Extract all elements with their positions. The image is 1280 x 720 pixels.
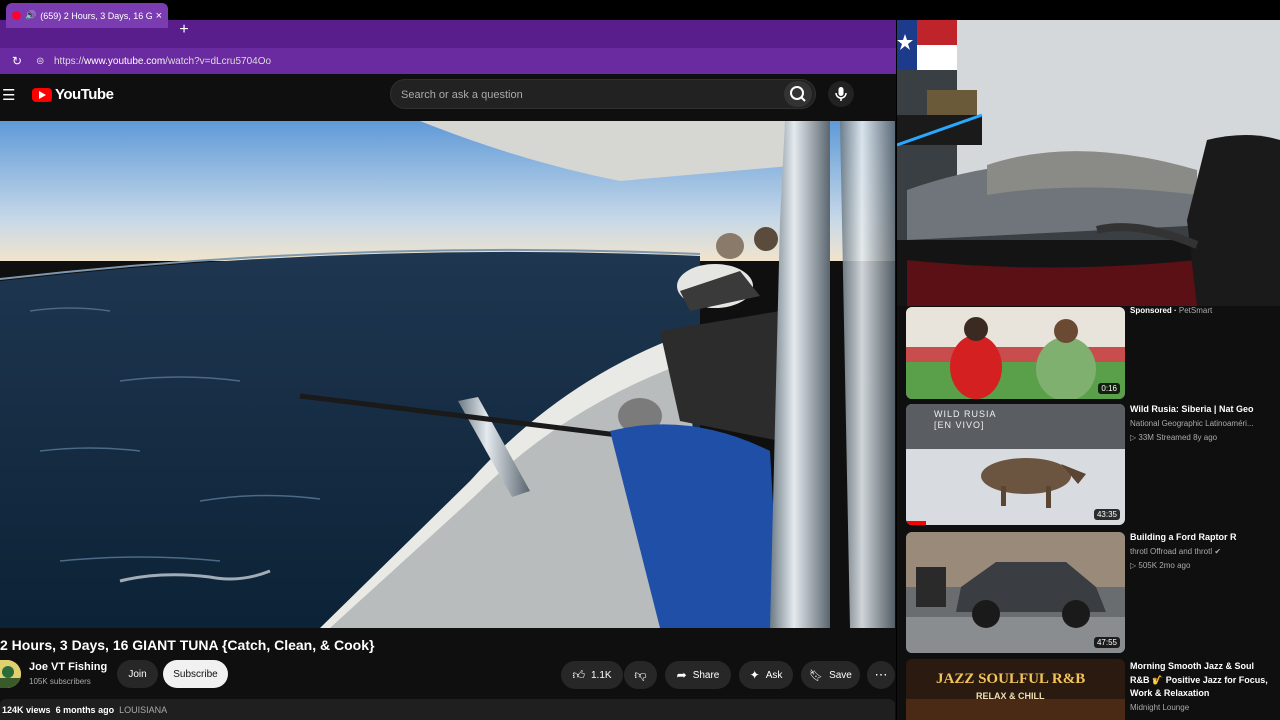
save-label: Save (829, 669, 852, 681)
search-icon (790, 86, 806, 102)
voice-search-button[interactable] (828, 81, 854, 107)
video-duration: 0:16 (1098, 383, 1120, 394)
related-channel-name: throtl Offroad and throtl (1130, 547, 1213, 556)
video-duration: 43:35 (1093, 509, 1120, 520)
upload-age: 6 months ago (55, 705, 115, 715)
webcam-overlay (897, 20, 1280, 306)
site-info-icon[interactable]: ⊜ (36, 56, 48, 67)
youtube-play-icon (32, 87, 52, 102)
menu-icon[interactable]: ☰ (2, 86, 16, 104)
subscriber-count: 105K subscribers (29, 677, 91, 686)
browser-tab[interactable]: 🔊 (659) 2 Hours, 3 Days, 16 GIANT TUNA {… (6, 3, 168, 28)
ad-thumbnail-image (906, 307, 1125, 399)
like-count: 1.1K (590, 669, 612, 681)
url-path: /watch?v=dLcru5704Oo (165, 55, 272, 67)
thumbnail-overlay-text: WILD RUSIA [EN VIVO] (934, 409, 997, 430)
related-video-thumbnail[interactable]: JAZZ SOULFUL R&B RELAX & CHILL (906, 659, 1125, 720)
related-video-stats: ▷ 33M Streamed 8y ago (1130, 433, 1217, 442)
more-icon: ⋯ (874, 667, 888, 682)
share-label: Share (692, 669, 720, 681)
advertiser-name[interactable]: PetSmart (1179, 306, 1212, 315)
truck-thumbnail-image (906, 532, 1125, 653)
search-box (390, 79, 816, 109)
sponsored-label: Sponsored (1130, 306, 1172, 315)
sparkle-icon: ✦ (749, 668, 760, 682)
subscribe-button[interactable]: Subscribe (163, 660, 228, 688)
video-player[interactable] (0, 121, 895, 628)
video-duration: 47:55 (1093, 637, 1120, 648)
microphone-icon (835, 87, 847, 101)
description-box[interactable]: 124K views 6 months ago LOUISIANA (0, 699, 895, 720)
jazz-thumbnail-image (906, 659, 1125, 720)
video-frame (0, 121, 895, 628)
thumbs-up-icon: 👍︎ (572, 667, 585, 682)
verified-icon: ✔ (1214, 547, 1222, 556)
related-stats-text: 33M Streamed 8y ago (1138, 433, 1218, 442)
thumbs-down-icon: 👎︎ (634, 667, 647, 682)
share-button[interactable]: ➦ Share (665, 661, 731, 689)
related-video-thumbnail[interactable]: WILD RUSIA [EN VIVO] 43:35 (906, 404, 1125, 525)
webcam-scene (897, 20, 1280, 306)
save-button[interactable]: 🔖︎ Save (801, 661, 860, 689)
channel-name[interactable]: Joe VT Fishing (29, 661, 107, 673)
speaker-icon[interactable]: 🔊 (25, 10, 36, 21)
search-input[interactable] (399, 85, 779, 105)
related-channel-name[interactable]: National Geographic Latinoaméri... (1130, 419, 1275, 428)
thumbnail-overlay-subtext: RELAX & CHILL (976, 691, 1045, 701)
like-button[interactable]: 👍︎ 1.1K (561, 661, 623, 689)
ask-button[interactable]: ✦ Ask (739, 661, 793, 689)
url-field[interactable]: https://www.youtube.com/watch?v=dLcru570… (54, 56, 271, 67)
sponsored-line: Sponsored · PetSmart (1130, 306, 1213, 315)
view-count: 124K views (2, 705, 51, 715)
join-button[interactable]: Join (117, 660, 158, 688)
related-video-title[interactable]: Wild Rusia: Siberia | Nat Geo (1130, 403, 1275, 417)
url-host: www.youtube.com (84, 55, 166, 67)
related-channel-row[interactable]: throtl Offroad and throtl ✔ (1130, 547, 1275, 556)
search-button[interactable] (784, 81, 812, 107)
ask-label: Ask (765, 669, 783, 681)
reload-icon[interactable]: ↻ (12, 54, 26, 68)
related-channel-name[interactable]: Midnight Lounge (1130, 703, 1275, 712)
related-video-stats: ▷ 505K 2mo ago (1130, 561, 1190, 570)
location-tag[interactable]: LOUISIANA (119, 705, 167, 715)
youtube-favicon-icon (12, 11, 21, 20)
related-video-title[interactable]: Morning Smooth Jazz & Soul R&B 🎷 Positiv… (1130, 660, 1275, 701)
tab-title: (659) 2 Hours, 3 Days, 16 GIANT TUNA {Ca… (40, 10, 152, 21)
related-video-thumbnail[interactable]: 47:55 (906, 532, 1125, 653)
youtube-logo-text: YouTube (55, 86, 114, 103)
address-bar: ↻ ⊜ https://www.youtube.com/watch?v=dLcr… (0, 48, 896, 74)
share-arrow-icon: ➦ (676, 668, 687, 682)
thumbnail-overlay-text: JAZZ SOULFUL R&B (936, 671, 1086, 687)
more-actions-button[interactable]: ⋯ (867, 661, 895, 689)
new-tab-button[interactable]: + (176, 21, 192, 39)
bookmark-icon: 🔖︎ (809, 669, 824, 682)
related-stats-text: 505K 2mo ago (1138, 561, 1191, 570)
video-title: 2 Hours, 3 Days, 16 GIANT TUNA {Catch, C… (0, 637, 375, 653)
related-video-title[interactable]: Building a Ford Raptor R (1130, 531, 1275, 545)
ad-thumbnail[interactable]: 0:16 (906, 307, 1125, 399)
url-prefix: https:// (54, 55, 85, 67)
youtube-logo[interactable]: YouTube (32, 86, 114, 103)
dislike-button[interactable]: 👎︎ (624, 661, 657, 689)
close-tab-icon[interactable]: × (156, 10, 162, 22)
